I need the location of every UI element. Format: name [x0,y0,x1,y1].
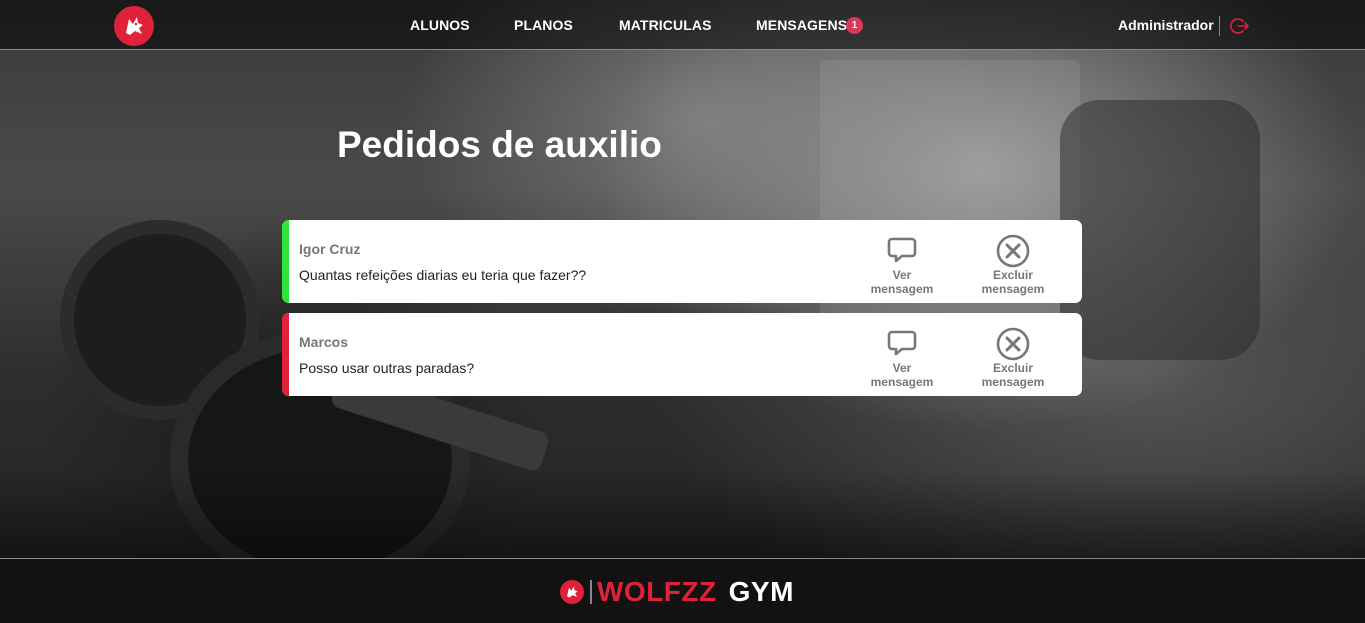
help-request-card: Marcos Posso usar outras paradas? Ver me… [282,313,1082,396]
delete-label-line1: Excluir [992,361,1034,375]
delete-message-button[interactable]: Excluir mensagem [973,327,1053,389]
nav-item-planos[interactable]: PLANOS [514,17,573,33]
header-divider [1219,16,1220,36]
wolf-logo-icon [560,580,584,604]
user-name[interactable]: Administrador [1118,17,1214,33]
chat-bubble-icon [887,330,917,356]
view-label-line1: Ver [892,268,912,282]
logout-icon[interactable] [1230,16,1250,36]
status-stripe [282,313,289,396]
nav-item-mensagens[interactable]: MENSAGENS [756,17,847,33]
close-circle-icon [996,327,1030,361]
view-label-line2: mensagem [870,375,934,389]
help-request-card: Igor Cruz Quantas refeições diarias eu t… [282,220,1082,303]
delete-label-line1: Excluir [992,268,1034,282]
view-label-line1: Ver [892,361,912,375]
background-machine [1060,100,1260,360]
delete-label-line2: mensagem [981,282,1045,296]
request-sender-name: Igor Cruz [299,241,361,257]
top-navbar: ALUNOS PLANOS MATRICULAS MENSAGENS 1 Adm… [0,0,1365,50]
delete-message-button[interactable]: Excluir mensagem [973,234,1053,296]
request-message-text: Posso usar outras paradas? [299,360,475,376]
status-stripe [282,220,289,303]
view-message-button[interactable]: Ver mensagem [862,327,942,389]
footer-brand: WOLFZZ GYM [560,576,794,607]
background-image [0,0,1365,623]
brand-suffix: GYM [728,576,794,607]
view-message-button[interactable]: Ver mensagem [862,234,942,296]
brand-name: WOLFZZ [597,576,717,607]
nav-item-matriculas[interactable]: MATRICULAS [619,17,712,33]
delete-label-line2: mensagem [981,375,1045,389]
nav-item-alunos[interactable]: ALUNOS [410,17,470,33]
footer: WOLFZZ GYM [0,558,1365,623]
messages-count-badge: 1 [846,17,863,34]
footer-divider [590,580,592,604]
view-label-line2: mensagem [870,282,934,296]
request-sender-name: Marcos [299,334,349,350]
wolf-logo-icon[interactable] [114,6,154,46]
request-message-text: Quantas refeições diarias eu teria que f… [299,267,587,283]
page-title: Pedidos de auxilio [337,124,662,165]
close-circle-icon [996,234,1030,268]
chat-bubble-icon [887,237,917,263]
background-floor [0,470,1365,560]
